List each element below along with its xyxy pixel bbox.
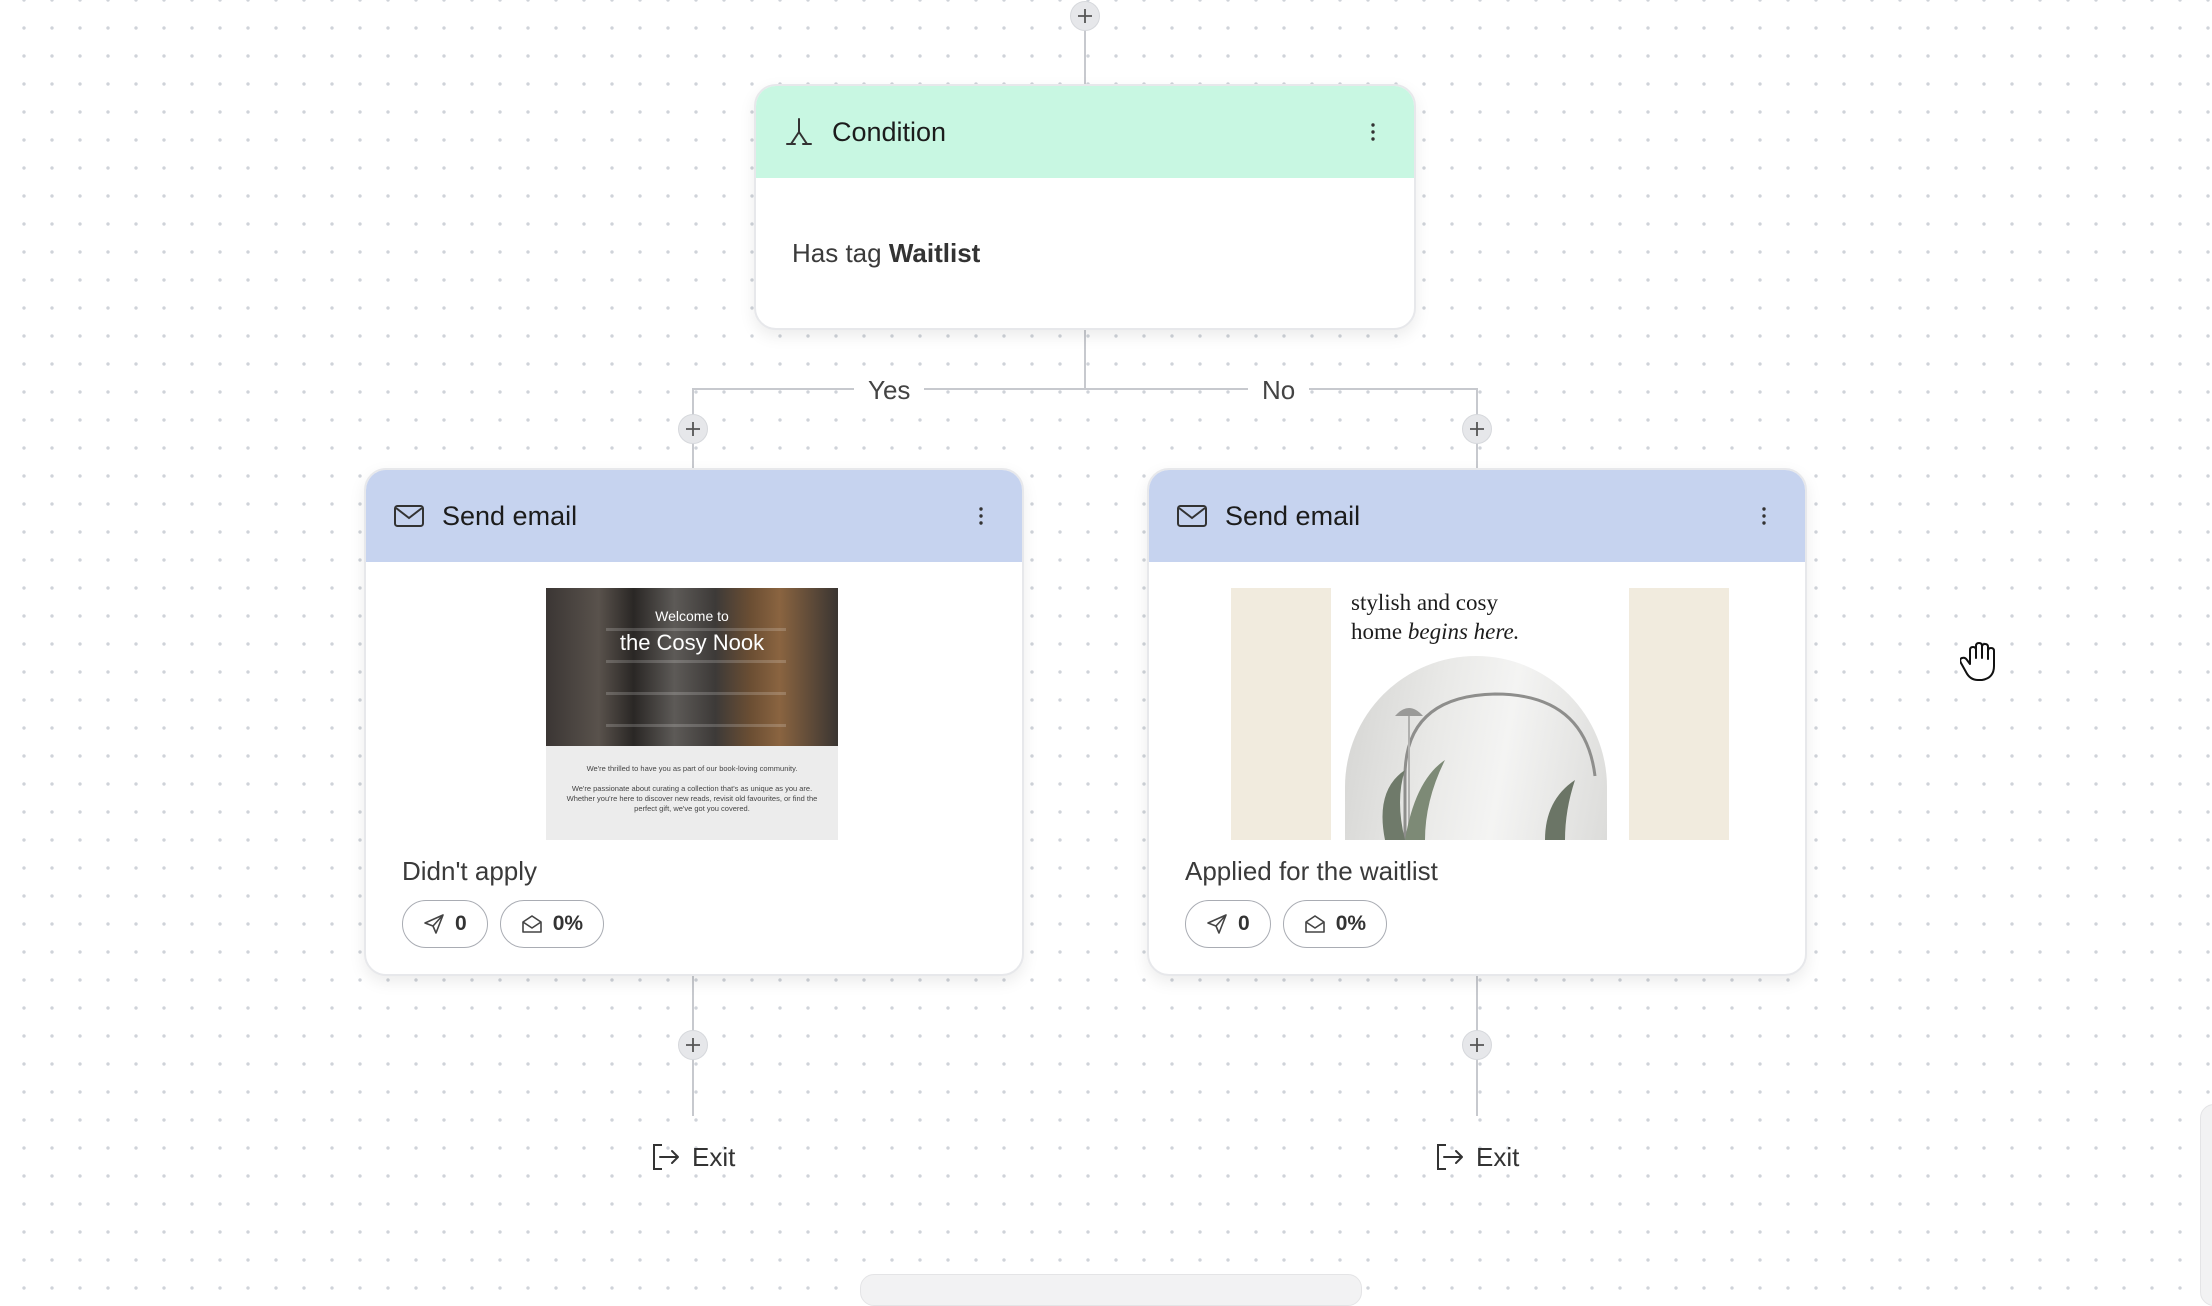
plus-icon — [686, 1038, 700, 1052]
exit-label: Exit — [692, 1141, 736, 1172]
open-rate-pill[interactable]: 0% — [499, 900, 605, 948]
thumbnail-big-heading: the Cosy Nook — [619, 630, 765, 655]
bottom-toolbar-edge — [860, 1274, 1362, 1306]
email-header: Send email — [1149, 470, 1805, 562]
thumbnail-line2: We're passionate about curating a collec… — [566, 784, 818, 813]
kebab-icon — [979, 507, 983, 525]
thumbnail-heading-line1: stylish and cosy — [1351, 590, 1498, 615]
plus-icon — [1470, 1038, 1484, 1052]
send-icon — [1207, 914, 1227, 934]
thumbnail-room-photo — [1345, 656, 1607, 840]
sent-count: 0 — [1238, 912, 1250, 935]
connector-condition-down — [1084, 328, 1086, 390]
send-icon — [424, 914, 444, 934]
exit-node-yes[interactable]: Exit — [648, 1140, 735, 1174]
thumbnail-text-block: We're thrilled to have you as part of ou… — [546, 746, 838, 840]
envelope-icon — [392, 499, 426, 533]
connector-top — [1084, 30, 1086, 86]
thumbnail-heading: stylish and cosy home begins here. — [1351, 588, 1519, 646]
sent-count: 0 — [455, 912, 467, 935]
condition-menu-button[interactable] — [1358, 112, 1388, 152]
sent-count-pill[interactable]: 0 — [402, 900, 488, 948]
thumbnail-heading-italic: begins here. — [1407, 619, 1520, 644]
thumbnail-side-panel-right — [1629, 588, 1729, 840]
email-thumbnail[interactable]: stylish and cosy home begins here. — [1231, 588, 1729, 840]
grab-hand-cursor — [1959, 640, 2000, 684]
add-step-button-yes[interactable] — [678, 414, 708, 444]
open-rate: 0% — [552, 912, 584, 935]
exit-icon — [1437, 1144, 1463, 1170]
email-header: Send email — [366, 470, 1022, 562]
email-title: Send email — [1225, 500, 1361, 531]
exit-node-no[interactable]: Exit — [1432, 1140, 1519, 1174]
email-card-yes[interactable]: Send email Welcome to the Cosy Nook We'r… — [364, 468, 1024, 976]
plus-icon — [1078, 9, 1092, 23]
open-envelope-icon — [1304, 915, 1325, 933]
add-step-button-no[interactable] — [1462, 414, 1492, 444]
right-panel-edge — [2200, 1104, 2212, 1306]
email-menu-button[interactable] — [1749, 496, 1779, 536]
open-rate: 0% — [1335, 912, 1367, 935]
connector-branch-horizontal — [692, 388, 1478, 390]
branch-label-no: No — [1248, 374, 1310, 406]
email-stats: 0 0% — [1185, 900, 1388, 948]
open-envelope-icon — [521, 915, 542, 933]
email-card-no[interactable]: Send email stylish and cosy home begins … — [1147, 468, 1807, 976]
open-rate-pill[interactable]: 0% — [1282, 900, 1388, 948]
email-name: Didn't apply — [402, 856, 538, 886]
exit-label: Exit — [1476, 1141, 1520, 1172]
email-menu-button[interactable] — [966, 496, 996, 536]
plus-icon — [1470, 422, 1484, 436]
split-branch-icon — [782, 115, 816, 149]
condition-rule-text: Has tag — [792, 238, 882, 268]
exit-icon — [653, 1144, 679, 1170]
add-step-button-yes-bottom[interactable] — [678, 1030, 708, 1060]
condition-header: Condition — [756, 86, 1414, 178]
email-stats: 0 0% — [402, 900, 605, 948]
condition-card[interactable]: Condition Has tag Waitlist — [754, 84, 1416, 330]
add-step-button-top[interactable] — [1070, 1, 1100, 31]
kebab-icon — [1762, 507, 1766, 525]
condition-title: Condition — [832, 116, 947, 147]
thumbnail-line1: We're thrilled to have you as part of ou… — [586, 764, 798, 773]
envelope-icon — [1175, 499, 1209, 533]
add-step-button-no-bottom[interactable] — [1462, 1030, 1492, 1060]
sent-count-pill[interactable]: 0 — [1185, 900, 1271, 948]
thumbnail-heading-line2: home — [1351, 619, 1408, 644]
email-thumbnail[interactable]: Welcome to the Cosy Nook We're thrilled … — [546, 588, 838, 840]
email-title: Send email — [442, 500, 578, 531]
plus-icon — [686, 422, 700, 436]
condition-tag: Waitlist — [888, 238, 981, 268]
branch-label-yes: Yes — [854, 374, 925, 406]
kebab-icon — [1371, 123, 1375, 141]
thumbnail-side-panel-left — [1231, 588, 1331, 840]
email-name: Applied for the waitlist — [1185, 856, 1438, 886]
condition-body: Has tag Waitlist — [756, 178, 1414, 328]
thumbnail-small-heading: Welcome to — [655, 608, 729, 624]
